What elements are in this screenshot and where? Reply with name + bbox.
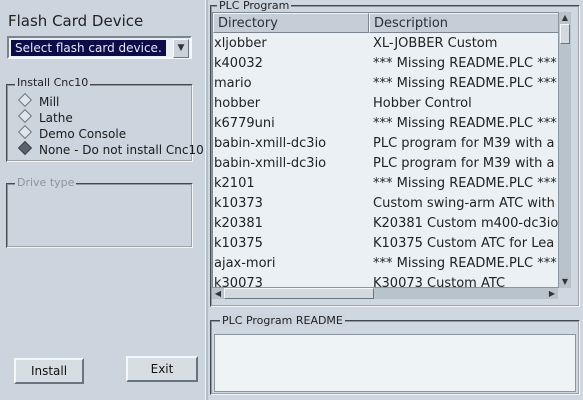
table-row[interactable]: k30073 K30073 Custom ATC (213, 274, 568, 288)
cell-directory: k10375 (214, 236, 263, 251)
radio-none[interactable]: None - Do not install Cnc10 (17, 140, 204, 158)
radio-none-label: None - Do not install Cnc10 (39, 143, 204, 157)
cell-description: *** Missing README.PLC *** (373, 56, 557, 71)
cell-directory: k30073 (214, 276, 263, 288)
column-header-directory[interactable]: Directory (213, 13, 369, 33)
scroll-down-icon[interactable]: ▼ (559, 276, 571, 288)
table-row[interactable]: k10373 Custom swing-arm ATC with (213, 194, 568, 214)
radio-lathe[interactable]: Lathe (17, 108, 73, 126)
table-row[interactable]: k6779uni *** Missing README.PLC *** (213, 114, 568, 134)
cell-directory: mario (214, 76, 252, 91)
horizontal-scrollbar[interactable]: ◀ ▶ (212, 287, 558, 299)
radio-mill[interactable]: Mill (17, 92, 60, 110)
install-cnc10-group: Mill Lathe Demo Console None - Do not in… (6, 84, 204, 162)
table-row[interactable]: k2101 *** Missing README.PLC *** (213, 174, 568, 194)
cell-directory: k10373 (214, 196, 263, 211)
radio-none-icon[interactable] (17, 140, 33, 156)
table-row[interactable]: k20381 K20381 Custom m400-dc3io (213, 214, 568, 234)
table-row[interactable]: k40032 *** Missing README.PLC *** (213, 54, 568, 74)
table-row[interactable]: mario *** Missing README.PLC *** (213, 74, 568, 94)
cell-description: *** Missing README.PLC *** (373, 76, 557, 91)
cell-description: *** Missing README.PLC *** (373, 116, 557, 131)
table-row[interactable]: hobber Hobber Control (213, 94, 568, 114)
cell-directory: k40032 (214, 56, 263, 71)
cell-directory: babin-xmill-dc3io (214, 136, 327, 151)
plc-readme-legend: PLC Program README (220, 314, 345, 327)
flash-card-device-select[interactable]: Select flash card device. ▼ (7, 36, 192, 59)
radio-demo-console-label: Demo Console (39, 127, 127, 141)
radio-demo-console[interactable]: Demo Console (17, 124, 127, 142)
flash-card-device-title: Flash Card Device (8, 12, 144, 30)
drive-type-group (6, 183, 193, 248)
radio-mill-icon[interactable] (17, 92, 33, 108)
table-row[interactable]: babin-xmill-dc3io PLC program for M39 wit… (213, 134, 568, 154)
plc-program-legend: PLC Program (217, 0, 292, 12)
cell-directory: babin-xmill-dc3io (214, 156, 327, 171)
table-row[interactable]: babin-xmill-dc3io PLC program for M39 wit… (213, 154, 568, 174)
cell-directory: k2101 (214, 176, 255, 191)
device-select-value: Select flash card device. (11, 40, 166, 56)
cell-description: K20381 Custom m400-dc3io (373, 216, 559, 231)
cell-description: K10375 Custom ATC for Lea (373, 236, 555, 251)
exit-button[interactable]: Exit (126, 356, 198, 382)
cell-description: PLC program for M39 with a (373, 156, 555, 171)
horizontal-scroll-thumb[interactable] (224, 288, 374, 299)
cell-description: *** Missing README.PLC *** (373, 256, 557, 271)
cell-description: XL-JOBBER Custom (373, 36, 498, 51)
scroll-left-icon[interactable]: ◀ (212, 288, 224, 300)
plc-readme-text-area[interactable] (214, 334, 576, 392)
radio-lathe-icon[interactable] (17, 108, 33, 124)
plc-program-list[interactable]: Directory Description xljobber XL-JOBBER … (212, 12, 569, 288)
panel-divider[interactable] (205, 0, 208, 400)
cell-description: *** Missing README.PLC *** (373, 176, 557, 191)
install-button[interactable]: Install (14, 358, 84, 384)
cell-directory: k20381 (214, 216, 263, 231)
radio-mill-label: Mill (39, 95, 60, 109)
chevron-down-icon[interactable]: ▼ (173, 39, 189, 58)
cell-description: Custom swing-arm ATC with (373, 196, 555, 211)
table-row[interactable]: ajax-mori *** Missing README.PLC *** (213, 254, 568, 274)
cell-description: K30073 Custom ATC (373, 276, 506, 288)
plc-program-rows: xljobber XL-JOBBER Custom k40032 *** Missin… (213, 34, 568, 288)
cell-directory: hobber (214, 96, 261, 111)
vertical-scroll-thumb[interactable] (560, 24, 570, 44)
column-header-description[interactable]: Description (369, 13, 568, 33)
cell-directory: k6779uni (214, 116, 275, 131)
table-row[interactable]: k10375 K10375 Custom ATC for Lea (213, 234, 568, 254)
cell-directory: xljobber (214, 36, 267, 51)
radio-demo-console-icon[interactable] (17, 124, 33, 140)
vertical-scrollbar[interactable]: ▲ ▼ (558, 12, 571, 288)
scroll-right-icon[interactable]: ▶ (546, 288, 558, 300)
radio-lathe-label: Lathe (39, 111, 73, 125)
cell-description: PLC program for M39 with a (373, 136, 555, 151)
drive-type-legend: Drive type (15, 176, 77, 189)
cell-directory: ajax-mori (214, 256, 276, 271)
table-row[interactable]: xljobber XL-JOBBER Custom (213, 34, 568, 54)
install-cnc10-legend: Install Cnc10 (15, 76, 91, 89)
cell-description: Hobber Control (373, 96, 472, 111)
scroll-up-icon[interactable]: ▲ (559, 12, 571, 24)
